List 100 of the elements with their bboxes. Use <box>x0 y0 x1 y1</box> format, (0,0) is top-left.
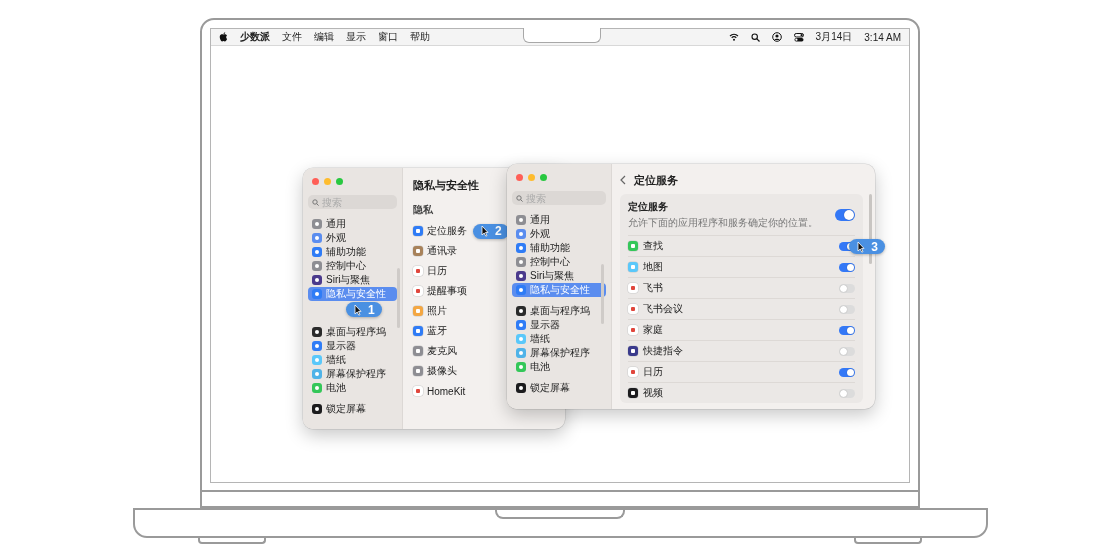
search-icon <box>312 199 319 206</box>
sidebar-item[interactable]: 控制中心 <box>308 259 397 273</box>
search-icon[interactable] <box>750 32 760 42</box>
sidebar-item[interactable]: 墙纸 <box>512 332 606 346</box>
app-name: 查找 <box>643 239 664 253</box>
app-name: 日历 <box>643 365 664 379</box>
toggle-switch[interactable] <box>839 367 855 377</box>
step-number: 2 <box>495 224 502 238</box>
scroll-bar[interactable] <box>869 194 872 264</box>
app-icon <box>413 346 423 356</box>
sidebar-item[interactable]: 桌面与程序坞 <box>512 304 606 318</box>
app-icon <box>516 271 526 281</box>
app-icon <box>413 306 423 316</box>
settings-row[interactable]: 蓝牙 <box>411 321 447 341</box>
toggle-switch[interactable] <box>839 388 855 398</box>
settings-row[interactable]: HomeKit <box>411 381 466 401</box>
toggle-switch[interactable] <box>839 262 855 272</box>
toggle-switch[interactable] <box>839 283 855 293</box>
app-icon <box>516 285 526 295</box>
app-icon <box>628 283 638 293</box>
app-name: 飞书 <box>643 281 664 295</box>
app-icon <box>312 289 322 299</box>
cursor-icon <box>354 303 362 316</box>
app-icon <box>312 219 322 229</box>
menu-item[interactable]: 帮助 <box>410 30 430 44</box>
app-icon <box>628 262 638 272</box>
sidebar-item[interactable]: 电池 <box>308 381 397 395</box>
laptop-foot <box>198 538 266 544</box>
settings-row[interactable]: 通讯录 <box>411 241 457 261</box>
menu-item[interactable]: 窗口 <box>378 30 398 44</box>
control-center-icon[interactable] <box>793 32 804 42</box>
app-icon <box>628 304 638 314</box>
sidebar-item[interactable]: 通用 <box>308 217 397 231</box>
app-icon <box>516 320 526 330</box>
app-icon <box>516 383 526 393</box>
section-heading: 隐私 <box>412 203 434 217</box>
sidebar-item[interactable]: 辅助功能 <box>308 245 397 259</box>
app-icon <box>516 257 526 267</box>
cursor-icon <box>857 240 866 253</box>
menu-item[interactable]: 编辑 <box>314 30 334 44</box>
app-icon <box>312 233 322 243</box>
settings-row[interactable]: 提醒事项 <box>411 281 467 301</box>
app-name: 地图 <box>643 260 664 274</box>
app-name: 家庭 <box>643 323 664 337</box>
sidebar-item[interactable]: 锁定屏幕 <box>308 402 397 416</box>
app-icon <box>413 286 423 296</box>
app-menu[interactable]: 少数派 <box>240 30 270 44</box>
app-icon <box>628 241 638 251</box>
app-name: 飞书会议 <box>643 302 684 316</box>
app-name: 视频 <box>643 386 664 400</box>
settings-row[interactable]: 定位服务 2 <box>411 221 509 241</box>
app-icon <box>628 325 638 335</box>
sidebar-item[interactable]: 外观 <box>512 227 606 241</box>
settings-row[interactable]: 日历 <box>411 261 447 281</box>
app-icon <box>516 334 526 344</box>
sidebar-item[interactable]: 通用 <box>512 213 606 227</box>
settings-row[interactable]: 照片 <box>411 301 447 321</box>
pane-title: 隐私与安全性 <box>412 178 480 193</box>
apple-icon[interactable] <box>219 32 228 42</box>
sidebar-item[interactable]: 电池 <box>512 360 606 374</box>
sidebar-item[interactable]: 屏幕保护程序 <box>308 367 397 381</box>
app-icon <box>516 215 526 225</box>
sidebar-item[interactable]: 桌面与程序坞 <box>308 325 397 339</box>
app-icon <box>312 261 322 271</box>
app-icon <box>413 326 423 336</box>
menu-item[interactable]: 显示 <box>346 30 366 44</box>
toggle-switch[interactable] <box>835 209 855 221</box>
menu-item[interactable]: 文件 <box>282 30 302 44</box>
sidebar-item[interactable]: 辅助功能 <box>512 241 606 255</box>
sidebar-item[interactable]: 墙纸 <box>308 353 397 367</box>
app-icon <box>312 383 322 393</box>
sidebar-item[interactable]: 锁定屏幕 <box>512 381 606 395</box>
search-icon <box>516 195 523 202</box>
wifi-icon[interactable] <box>728 33 739 41</box>
sidebar-item[interactable]: 显示器 <box>512 318 606 332</box>
app-icon <box>516 362 526 372</box>
app-name: 快捷指令 <box>643 344 684 358</box>
sidebar-item[interactable]: 控制中心 <box>512 255 606 269</box>
toggle-switch[interactable] <box>839 304 855 314</box>
settings-row[interactable]: 麦克风 <box>411 341 457 361</box>
app-icon <box>312 275 322 285</box>
sidebar-item[interactable]: 显示器 <box>308 339 397 353</box>
app-icon <box>312 369 322 379</box>
toggle-switch[interactable] <box>839 346 855 356</box>
settings-row[interactable]: 摄像头 <box>411 361 457 381</box>
menu-bar-time[interactable]: 3:14 AM <box>864 31 901 43</box>
user-icon[interactable] <box>771 32 782 42</box>
sidebar-item[interactable]: 外观 <box>308 231 397 245</box>
menu-bar-date[interactable]: 3月14日 <box>815 30 853 44</box>
app-icon <box>413 246 423 256</box>
toggle-switch[interactable] <box>839 325 855 335</box>
back-chevron-icon[interactable] <box>620 175 626 185</box>
app-icon <box>312 404 322 414</box>
setting-label: 定位服务 <box>628 200 669 214</box>
app-icon <box>516 348 526 358</box>
sidebar-item[interactable]: Siri与聚焦 <box>308 273 397 287</box>
app-icon <box>516 229 526 239</box>
sidebar-item[interactable]: 屏幕保护程序 <box>512 346 606 360</box>
sidebar-item[interactable]: Siri与聚焦 <box>512 269 606 283</box>
step-number: 3 <box>871 239 878 254</box>
